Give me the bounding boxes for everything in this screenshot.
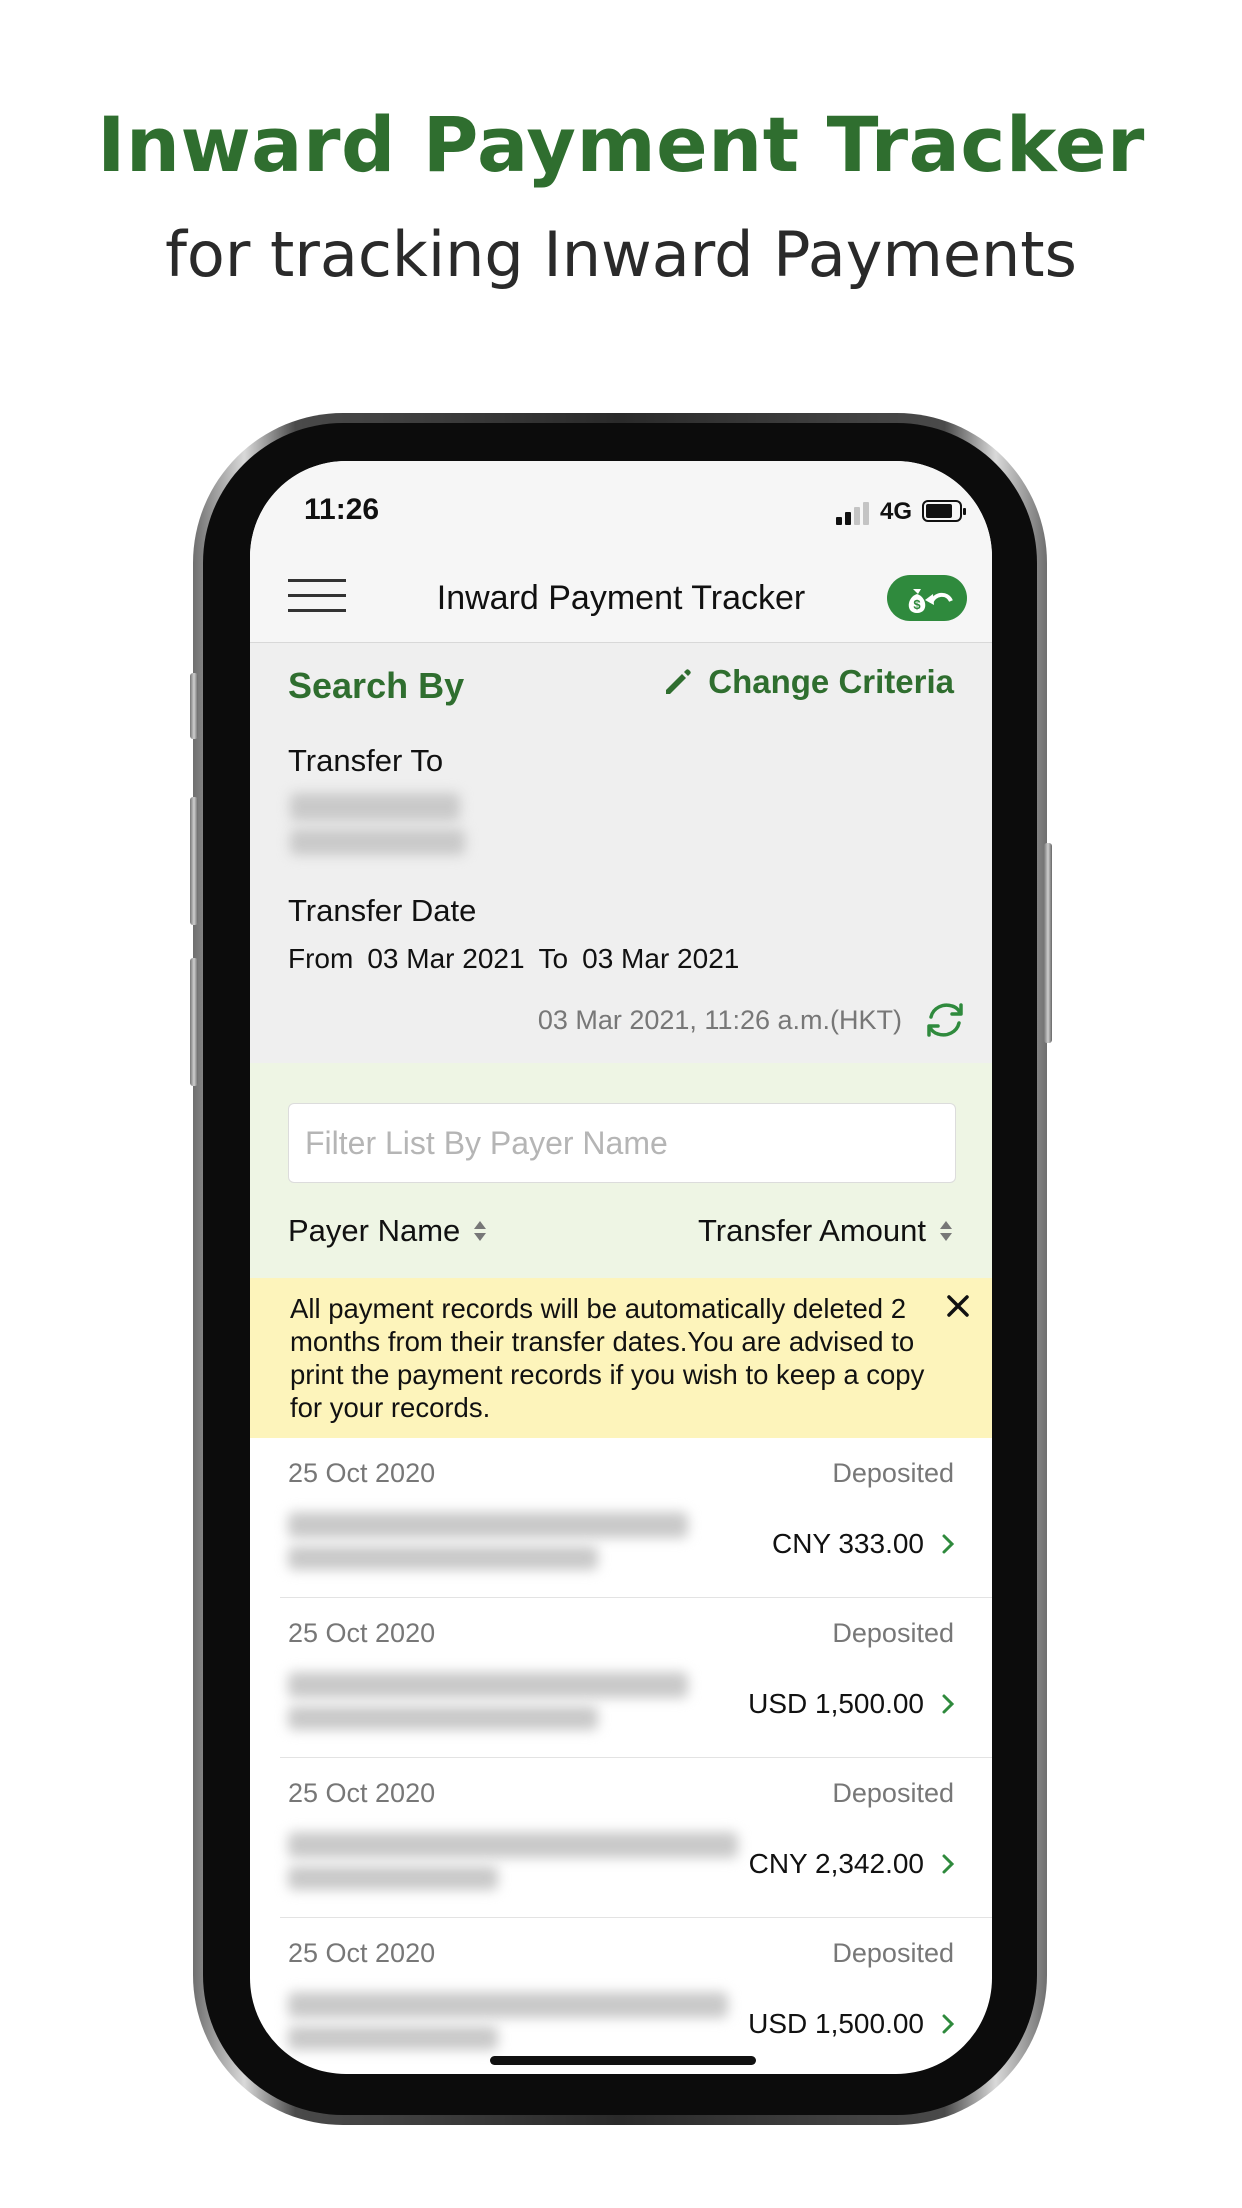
last-updated-timestamp: 03 Mar 2021, 11:26 a.m.(HKT) bbox=[537, 1005, 902, 1035]
redacted-payer-name bbox=[288, 1832, 738, 1858]
chevron-right-icon bbox=[942, 2014, 955, 2034]
sort-icon bbox=[940, 1221, 952, 1241]
record-status: Deposited bbox=[832, 1458, 954, 1488]
from-date: 03 Mar 2021 bbox=[367, 943, 525, 974]
sort-payer-label: Payer Name bbox=[288, 1213, 461, 1248]
record-amount: CNY 333.00 bbox=[771, 1528, 924, 1559]
record-date: 25 Oct 2020 bbox=[288, 1458, 436, 1488]
svg-text:$: $ bbox=[913, 597, 921, 612]
power-button bbox=[1044, 843, 1052, 1043]
volume-down-button bbox=[190, 958, 198, 1086]
page-title: Inward Payment Tracker bbox=[436, 579, 806, 617]
battery-icon bbox=[922, 500, 966, 522]
sort-amount-label: Transfer Amount bbox=[697, 1213, 926, 1248]
record-status: Deposited bbox=[832, 1778, 954, 1808]
record-status: Deposited bbox=[832, 1938, 954, 1968]
mute-switch bbox=[190, 673, 198, 739]
notice-text: All payment records will be automaticall… bbox=[290, 1293, 925, 1423]
close-icon[interactable] bbox=[940, 1288, 976, 1324]
sort-icon bbox=[474, 1221, 487, 1241]
redacted-account-name bbox=[290, 793, 460, 821]
change-criteria-button[interactable]: Change Criteria bbox=[662, 663, 954, 701]
sort-by-payer-button[interactable]: Payer Name bbox=[288, 1213, 488, 1249]
redacted-payer-name bbox=[288, 1512, 688, 1538]
promo-title: Inward Payment Tracker bbox=[97, 100, 1145, 189]
record-amount: CNY 2,342.00 bbox=[748, 1848, 924, 1879]
filter-panel: Payer Name Transfer Amount bbox=[250, 1063, 992, 1278]
record-status: Deposited bbox=[832, 1618, 954, 1648]
redacted-payer-name bbox=[288, 1992, 728, 2018]
redacted-payer-detail bbox=[288, 1706, 598, 1730]
promo-subtitle: for tracking Inward Payments bbox=[165, 218, 1077, 291]
home-indicator[interactable] bbox=[490, 2056, 756, 2065]
volume-up-button bbox=[190, 797, 198, 925]
money-bag-return-icon[interactable]: $ bbox=[887, 575, 967, 621]
pencil-icon bbox=[666, 669, 692, 694]
record-amount: USD 1,500.00 bbox=[748, 2008, 924, 2039]
date-range: From 03 Mar 2021 To 03 Mar 2021 bbox=[288, 943, 739, 975]
from-label: From bbox=[288, 943, 354, 974]
redacted-payer-detail bbox=[288, 1546, 598, 1570]
payer-filter-input[interactable] bbox=[288, 1103, 956, 1183]
transfer-to-label: Transfer To bbox=[288, 743, 444, 778]
status-bar: 11:26 4G bbox=[250, 461, 992, 551]
payment-record-row[interactable]: 25 Oct 2020 Deposited CNY 2,342.00 bbox=[280, 1758, 992, 1918]
record-amount: USD 1,500.00 bbox=[748, 1688, 924, 1719]
redacted-payer-name bbox=[288, 1672, 688, 1698]
payment-record-row[interactable]: 25 Oct 2020 Deposited USD 1,500.00 bbox=[280, 1598, 992, 1758]
change-criteria-label: Change Criteria bbox=[708, 663, 954, 700]
redacted-payer-detail bbox=[288, 2026, 498, 2050]
redacted-payer-detail bbox=[288, 1866, 498, 1890]
status-time: 11:26 bbox=[304, 493, 380, 526]
sort-by-amount-button[interactable]: Transfer Amount bbox=[698, 1213, 954, 1249]
search-criteria-panel: Search By Change Criteria Transfer To Tr… bbox=[250, 643, 992, 1063]
nav-bar: Inward Payment Tracker $ bbox=[250, 551, 992, 643]
search-by-heading: Search By bbox=[288, 665, 465, 706]
record-date: 25 Oct 2020 bbox=[288, 1778, 436, 1808]
record-date: 25 Oct 2020 bbox=[288, 1618, 436, 1648]
payment-record-list: 25 Oct 2020 Deposited CNY 333.00 25 Oct … bbox=[250, 1438, 992, 2074]
payment-record-row[interactable]: 25 Oct 2020 Deposited USD 1,500.00 bbox=[280, 1918, 992, 2074]
network-type: 4G bbox=[880, 498, 913, 525]
refresh-icon[interactable] bbox=[922, 997, 968, 1043]
record-date: 25 Oct 2020 bbox=[288, 1938, 436, 1968]
payment-record-row[interactable]: 25 Oct 2020 Deposited CNY 333.00 bbox=[280, 1438, 992, 1598]
chevron-right-icon bbox=[942, 1534, 955, 1554]
to-date: 03 Mar 2021 bbox=[582, 943, 740, 974]
transfer-date-label: Transfer Date bbox=[288, 893, 477, 928]
retention-notice: All payment records will be automaticall… bbox=[250, 1278, 992, 1438]
signal-icon bbox=[836, 501, 870, 525]
phone-screen: 11:26 4G Inward Payment Tracker $ Search… bbox=[250, 461, 992, 2074]
redacted-account-number bbox=[290, 829, 465, 855]
chevron-right-icon bbox=[942, 1854, 955, 1874]
chevron-right-icon bbox=[942, 1694, 955, 1714]
to-label: To bbox=[538, 943, 569, 974]
